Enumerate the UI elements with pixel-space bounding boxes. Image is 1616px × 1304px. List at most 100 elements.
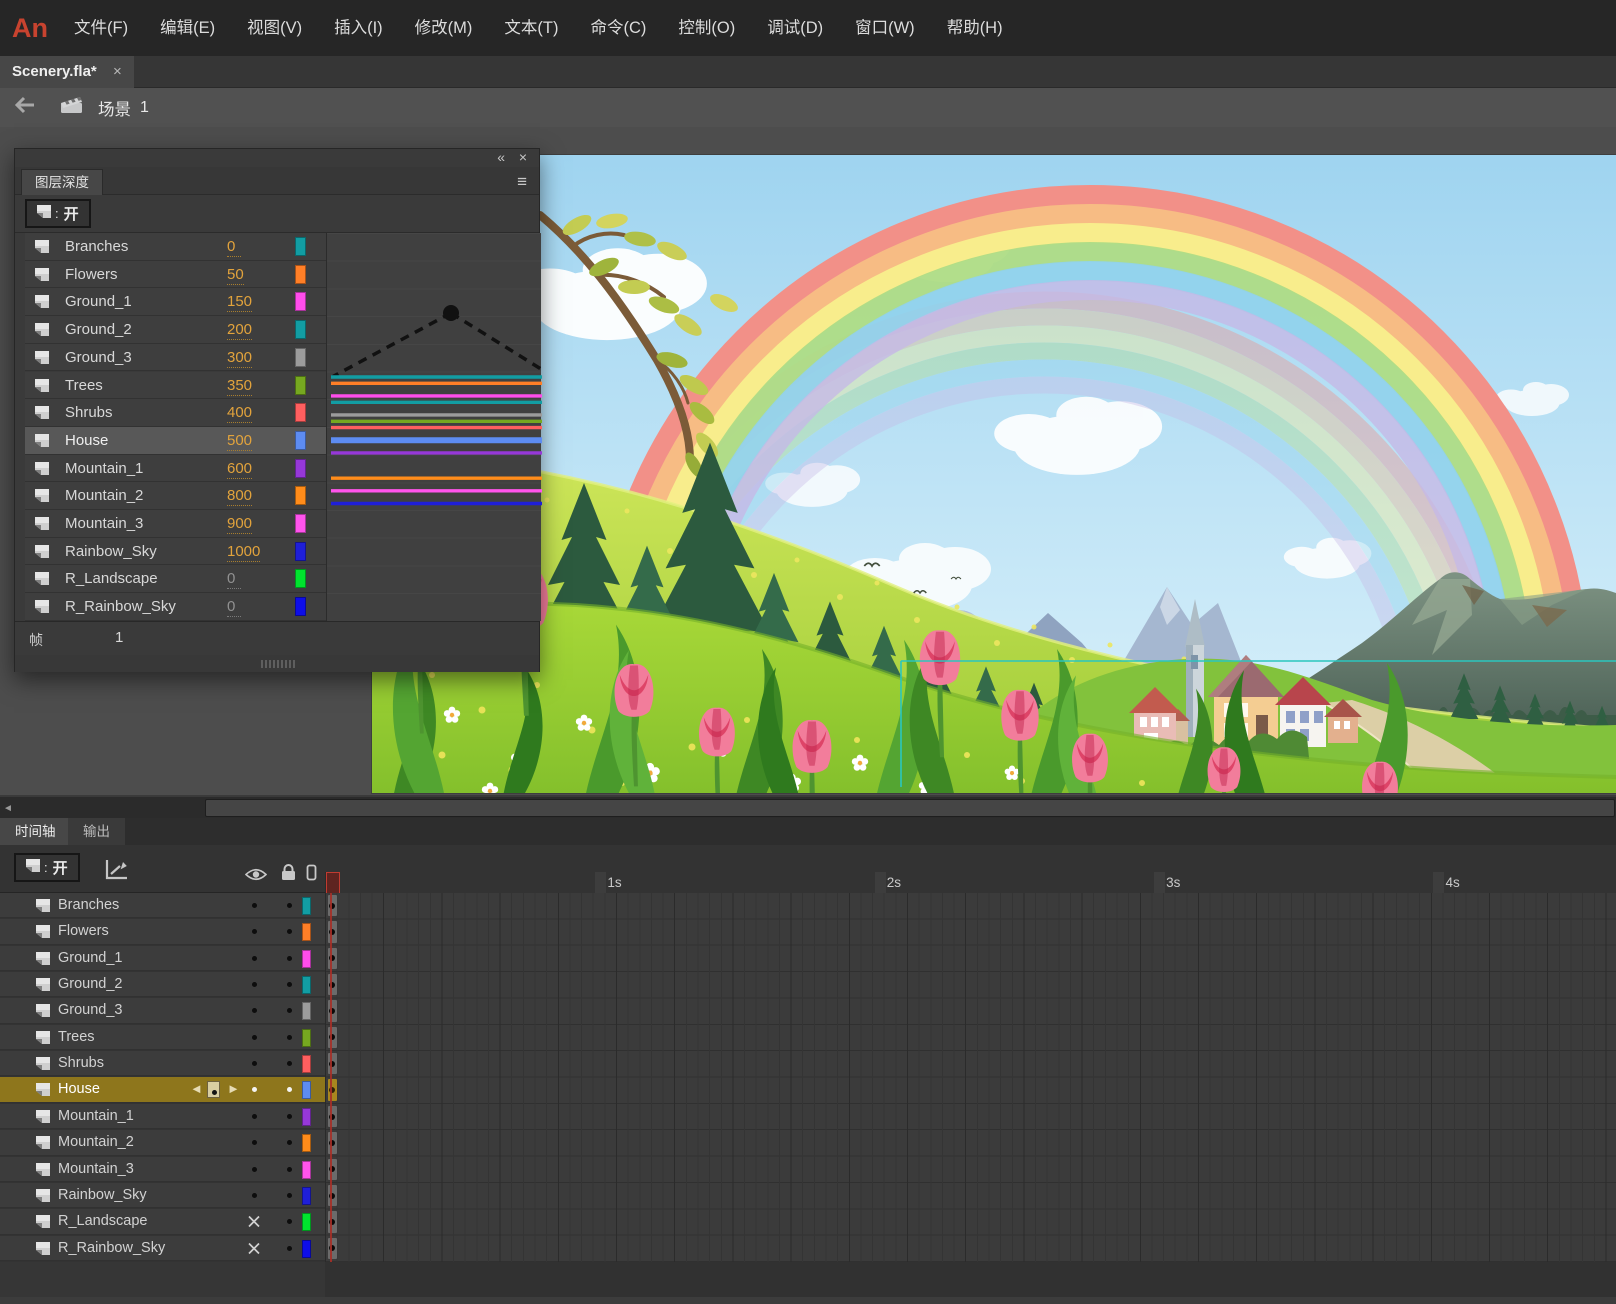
layer-color-chip[interactable] xyxy=(302,1240,311,1258)
layer-color-chip[interactable] xyxy=(295,376,306,395)
timeline-layer-row-Branches[interactable]: Branches xyxy=(0,893,325,918)
lock-dot[interactable] xyxy=(287,903,292,908)
camera-dot[interactable] xyxy=(443,305,459,321)
lock-dot[interactable] xyxy=(287,1114,292,1119)
depth-layer-row-Flowers[interactable]: Flowers50 xyxy=(25,261,326,289)
layer-color-chip[interactable] xyxy=(295,237,306,256)
depth-layer-row-Mountain_1[interactable]: Mountain_1600 xyxy=(25,455,326,483)
keyframe-Ground_1-frame-1[interactable] xyxy=(328,948,338,969)
depth-layer-row-Rainbow_Sky[interactable]: Rainbow_Sky1000 xyxy=(25,538,326,566)
layer-depth-value[interactable]: 150 xyxy=(227,293,252,312)
timeline-layer-row-Mountain_1[interactable]: Mountain_1 xyxy=(0,1104,325,1129)
hidden-x-icon[interactable] xyxy=(247,1242,261,1260)
layer-depth-value[interactable]: 800 xyxy=(227,487,252,506)
visibility-dot[interactable] xyxy=(252,1193,257,1198)
lock-dot[interactable] xyxy=(287,1035,292,1040)
visibility-dot[interactable] xyxy=(252,956,257,961)
layer-color-chip[interactable] xyxy=(302,923,311,941)
keyframe-Mountain_2-frame-1[interactable] xyxy=(328,1132,338,1153)
timeline-layer-row-Flowers[interactable]: Flowers xyxy=(0,919,325,944)
lock-dot[interactable] xyxy=(287,1140,292,1145)
layer-color-chip[interactable] xyxy=(295,292,306,311)
layer-depth-value[interactable]: 0 xyxy=(227,598,241,617)
breadcrumb-scene-label[interactable]: 场景 xyxy=(98,96,131,120)
layer-color-chip[interactable] xyxy=(302,950,311,968)
layer-color-chip[interactable] xyxy=(302,1108,311,1126)
visibility-dot[interactable] xyxy=(252,903,257,908)
menu-item[interactable]: 视图(V) xyxy=(231,0,318,56)
layer-depth-value[interactable]: 300 xyxy=(227,349,252,368)
layer-color-chip[interactable] xyxy=(302,897,311,915)
depth-layer-row-Trees[interactable]: Trees350 xyxy=(25,372,326,400)
keyframe-Mountain_3-frame-1[interactable] xyxy=(328,1159,338,1180)
lock-dot[interactable] xyxy=(287,1087,292,1092)
depth-layer-row-Mountain_2[interactable]: Mountain_2800 xyxy=(25,482,326,510)
panel-close-icon[interactable]: × xyxy=(519,149,527,165)
layer-depth-value[interactable]: 1000 xyxy=(227,543,260,562)
menu-item[interactable]: 编辑(E) xyxy=(144,0,231,56)
timeline-layer-row-Mountain_2[interactable]: Mountain_2 xyxy=(0,1130,325,1155)
layer-depth-value[interactable]: 350 xyxy=(227,377,252,396)
layer-color-chip[interactable] xyxy=(302,1081,311,1099)
lock-dot[interactable] xyxy=(287,956,292,961)
document-tab[interactable]: Scenery.fla* × xyxy=(0,56,134,88)
visibility-dot[interactable] xyxy=(252,1140,257,1145)
outline-column-icon[interactable] xyxy=(306,864,317,886)
layer-color-chip[interactable] xyxy=(295,542,306,561)
timeline-layer-depth-toggle-button[interactable]: : 开 xyxy=(14,853,80,882)
visibility-dot[interactable] xyxy=(252,982,257,987)
layer-color-chip[interactable] xyxy=(295,348,306,367)
timeline-layer-row-Ground_3[interactable]: Ground_3 xyxy=(0,998,325,1023)
depth-layer-row-Ground_1[interactable]: Ground_1150 xyxy=(25,288,326,316)
layer-depth-value[interactable]: 0 xyxy=(227,238,241,257)
keyframe-Branches-frame-1[interactable] xyxy=(328,895,338,916)
layer-color-chip[interactable] xyxy=(295,597,306,616)
timeline-layer-row-Ground_2[interactable]: Ground_2 xyxy=(0,972,325,997)
prev-keyframe-icon[interactable]: ◄ xyxy=(190,1081,203,1096)
layer-color-chip[interactable] xyxy=(295,569,306,588)
visibility-dot[interactable] xyxy=(252,1035,257,1040)
depth-layer-row-Shrubs[interactable]: Shrubs400 xyxy=(25,399,326,427)
depth-graph[interactable] xyxy=(326,233,541,621)
timeline-layer-row-Ground_1[interactable]: Ground_1 xyxy=(0,946,325,971)
layer-color-chip[interactable] xyxy=(295,486,306,505)
panel-tab-layer-depth[interactable]: 图层深度 xyxy=(21,169,103,195)
lock-dot[interactable] xyxy=(287,1246,292,1251)
timeline-layer-row-Trees[interactable]: Trees xyxy=(0,1025,325,1050)
keyframe-Shrubs-frame-1[interactable] xyxy=(328,1053,338,1074)
menu-item[interactable]: 插入(I) xyxy=(318,0,399,56)
visibility-column-eye-icon[interactable] xyxy=(245,867,267,887)
menu-item[interactable]: 文件(F) xyxy=(58,0,144,56)
timeline-layer-row-R_Landscape[interactable]: R_Landscape xyxy=(0,1209,325,1234)
timeline-layer-row-Rainbow_Sky[interactable]: Rainbow_Sky xyxy=(0,1183,325,1208)
depth-layer-row-House[interactable]: House500 xyxy=(25,427,326,455)
layer-color-chip[interactable] xyxy=(302,1213,311,1231)
lock-dot[interactable] xyxy=(287,1219,292,1224)
layer-depth-value[interactable]: 600 xyxy=(227,460,252,479)
lock-dot[interactable] xyxy=(287,1167,292,1172)
menu-item[interactable]: 帮助(H) xyxy=(931,0,1019,56)
current-frame-marker[interactable] xyxy=(207,1081,220,1098)
frame-value[interactable]: 1 xyxy=(115,629,123,646)
depth-layer-row-Branches[interactable]: Branches0 xyxy=(25,233,326,261)
lock-dot[interactable] xyxy=(287,1061,292,1066)
layer-color-chip[interactable] xyxy=(302,1002,311,1020)
keyframe-Trees-frame-1[interactable] xyxy=(328,1027,338,1048)
visibility-dot[interactable] xyxy=(252,1167,257,1172)
timeline-layer-row-House[interactable]: House◄► xyxy=(0,1077,325,1102)
lock-dot[interactable] xyxy=(287,1193,292,1198)
stage-canvas[interactable] xyxy=(372,155,1616,793)
depth-layer-row-R_Rainbow_Sky[interactable]: R_Rainbow_Sky0 xyxy=(25,593,326,621)
visibility-dot[interactable] xyxy=(252,1008,257,1013)
tab-output[interactable]: 输出 xyxy=(68,818,125,845)
layer-depth-value[interactable]: 400 xyxy=(227,404,252,423)
layer-color-chip[interactable] xyxy=(295,514,306,533)
layer-color-chip[interactable] xyxy=(302,1134,311,1152)
panel-menu-icon[interactable]: ≡ xyxy=(517,169,527,195)
visibility-dot[interactable] xyxy=(252,1087,257,1092)
visibility-dot[interactable] xyxy=(252,929,257,934)
horizontal-scrollbar[interactable]: ◄ xyxy=(0,795,1616,818)
graph-editor-icon[interactable] xyxy=(104,857,130,886)
layer-color-chip[interactable] xyxy=(295,431,306,450)
layer-color-chip[interactable] xyxy=(295,459,306,478)
